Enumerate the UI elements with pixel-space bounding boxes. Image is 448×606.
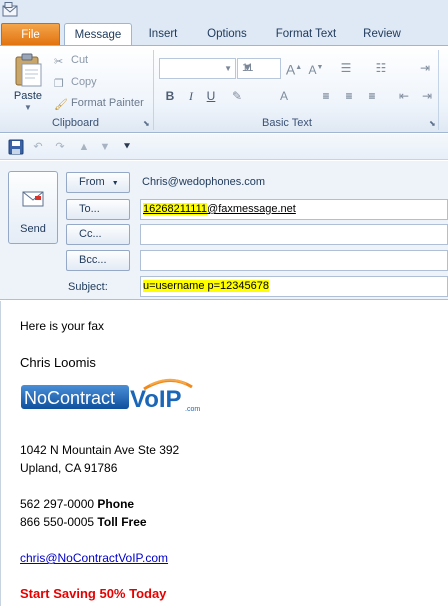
from-button[interactable]: From ▼ bbox=[66, 172, 130, 193]
phone-label: Phone bbox=[97, 497, 135, 511]
dialog-launcher-icon[interactable]: ⬊ bbox=[143, 120, 151, 128]
dialog-launcher-icon[interactable]: ⬊ bbox=[429, 120, 437, 128]
tollfree-label: Toll Free bbox=[97, 515, 147, 529]
increase-indent-icon[interactable]: ⇥ bbox=[418, 87, 436, 105]
to-button[interactable]: To... bbox=[66, 199, 130, 220]
address-line1: 1042 N Mountain Ave Ste 392 bbox=[20, 443, 180, 457]
quick-access-toolbar: ↶ ↷ ▲ ▼ ⯆ bbox=[0, 134, 448, 160]
down-arrow-icon[interactable]: ▼ bbox=[97, 139, 113, 155]
decrease-indent-icon[interactable]: ⇤ bbox=[395, 87, 413, 105]
email-link[interactable]: chris@NoContractVoIP.com bbox=[20, 551, 168, 565]
up-arrow-icon[interactable]: ▲ bbox=[76, 139, 92, 155]
bold-icon[interactable]: B bbox=[161, 87, 179, 105]
format-painter-button[interactable]: 🖌 Format Painter bbox=[54, 94, 144, 112]
to-recipient[interactable]: 16268211111@faxmessage.net bbox=[143, 203, 296, 215]
copy-button[interactable]: ❐ Copy bbox=[54, 73, 97, 91]
paste-button[interactable]: Paste ▼ bbox=[8, 50, 48, 112]
basic-text-group-label: Basic Text bbox=[262, 117, 312, 129]
format-painter-label: Format Painter bbox=[71, 97, 144, 109]
scissors-icon: ✂ bbox=[54, 56, 64, 69]
customize-toolbar-icon[interactable]: ⯆ bbox=[119, 139, 135, 155]
undo-icon[interactable]: ↶ bbox=[30, 139, 46, 155]
font-name-select[interactable]: ▼ bbox=[159, 58, 236, 79]
from-address: Chris@wedophones.com bbox=[142, 176, 266, 188]
body-greeting: Here is your fax bbox=[20, 319, 105, 333]
address-line2: Upland, CA 91786 bbox=[20, 461, 118, 475]
cc-button[interactable]: Cc... bbox=[66, 224, 130, 245]
nocontractvoip-logo: NoContract VoIP .com bbox=[21, 378, 200, 413]
subject-label: Subject: bbox=[68, 281, 108, 293]
bcc-button[interactable]: Bcc... bbox=[66, 250, 130, 271]
send-label: Send bbox=[20, 223, 46, 235]
save-icon[interactable] bbox=[8, 139, 24, 155]
send-icon bbox=[22, 191, 44, 207]
indent-icon[interactable]: ⇥ bbox=[416, 59, 434, 77]
align-right-icon[interactable]: ≡ bbox=[363, 87, 381, 105]
chevron-down-icon: ▼ bbox=[224, 64, 232, 73]
paste-label: Paste bbox=[13, 90, 43, 102]
redo-icon[interactable]: ↷ bbox=[52, 139, 68, 155]
numbering-icon[interactable]: ☷ bbox=[372, 59, 390, 77]
subject-value: u=username p=12345678 bbox=[143, 280, 269, 292]
tab-file[interactable]: File bbox=[1, 23, 60, 45]
clipboard-group-label: Clipboard bbox=[51, 117, 100, 129]
group-divider bbox=[438, 50, 439, 130]
title-bar bbox=[0, 0, 448, 20]
tab-format-text[interactable]: Format Text bbox=[268, 23, 344, 45]
ribbon: Paste ▼ ✂ Cut ❐ Copy 🖌 Format Painter Clipb… bbox=[0, 45, 448, 133]
cut-label: Cut bbox=[71, 54, 89, 66]
signature-name: Chris Loomis bbox=[20, 355, 96, 370]
bcc-field[interactable] bbox=[140, 250, 448, 271]
subject-field[interactable]: u=username p=12345678 bbox=[140, 276, 448, 297]
phone-line: 562 297-0000 Phone bbox=[20, 497, 134, 511]
copy-label: Copy bbox=[71, 76, 97, 88]
italic-icon[interactable]: I bbox=[182, 87, 200, 105]
copy-icon: ❐ bbox=[54, 78, 64, 91]
grow-font-icon[interactable]: A▲ bbox=[285, 59, 303, 78]
logo-text-left: NoContract bbox=[24, 388, 115, 408]
tab-message[interactable]: Message bbox=[64, 23, 132, 46]
tab-insert[interactable]: Insert bbox=[138, 23, 188, 45]
phone-number: 562 297-0000 bbox=[20, 497, 95, 511]
chevron-down-icon: ▼ bbox=[111, 180, 119, 187]
from-label: From bbox=[79, 176, 105, 188]
outlook-message-icon[interactable] bbox=[2, 2, 18, 17]
chevron-down-icon[interactable]: ▼ bbox=[8, 103, 48, 112]
logo-suffix: .com bbox=[185, 406, 200, 413]
font-color-icon[interactable]: A bbox=[275, 87, 293, 105]
ribbon-tabs: File Message Insert Options Format Text … bbox=[0, 20, 448, 46]
to-domain: @faxmessage.net bbox=[207, 203, 296, 215]
cc-field[interactable] bbox=[140, 224, 448, 245]
font-size-select[interactable]: 11 ▼ bbox=[237, 58, 281, 79]
highlight-icon[interactable]: ✎ bbox=[228, 87, 246, 105]
tab-review[interactable]: Review bbox=[355, 23, 409, 45]
cut-button[interactable]: ✂ Cut bbox=[54, 51, 88, 69]
shrink-font-icon[interactable]: A▼ bbox=[307, 59, 325, 77]
message-header: Send From ▼ Chris@wedophones.com To... 1… bbox=[0, 161, 448, 300]
tollfree-line: 866 550-0005 Toll Free bbox=[20, 515, 147, 529]
send-button[interactable]: Send bbox=[8, 171, 58, 244]
bullets-icon[interactable]: ☰ bbox=[337, 59, 355, 77]
tollfree-number: 866 550-0005 bbox=[20, 515, 95, 529]
to-number: 16268211111 bbox=[143, 203, 208, 215]
logo-text-right: VoIP bbox=[130, 386, 182, 413]
align-left-icon[interactable]: ≡ bbox=[317, 87, 335, 105]
tab-options[interactable]: Options bbox=[197, 23, 257, 45]
to-field[interactable]: 16268211111@faxmessage.net bbox=[140, 199, 448, 220]
group-divider bbox=[153, 50, 154, 130]
paintbrush-icon: 🖌 bbox=[54, 99, 68, 112]
chevron-down-icon: ▼ bbox=[242, 62, 253, 74]
underline-icon[interactable]: U bbox=[202, 87, 220, 105]
align-center-icon[interactable]: ≡ bbox=[340, 87, 358, 105]
clipboard-icon bbox=[15, 53, 42, 87]
promo-text: Start Saving 50% Today bbox=[20, 586, 167, 601]
